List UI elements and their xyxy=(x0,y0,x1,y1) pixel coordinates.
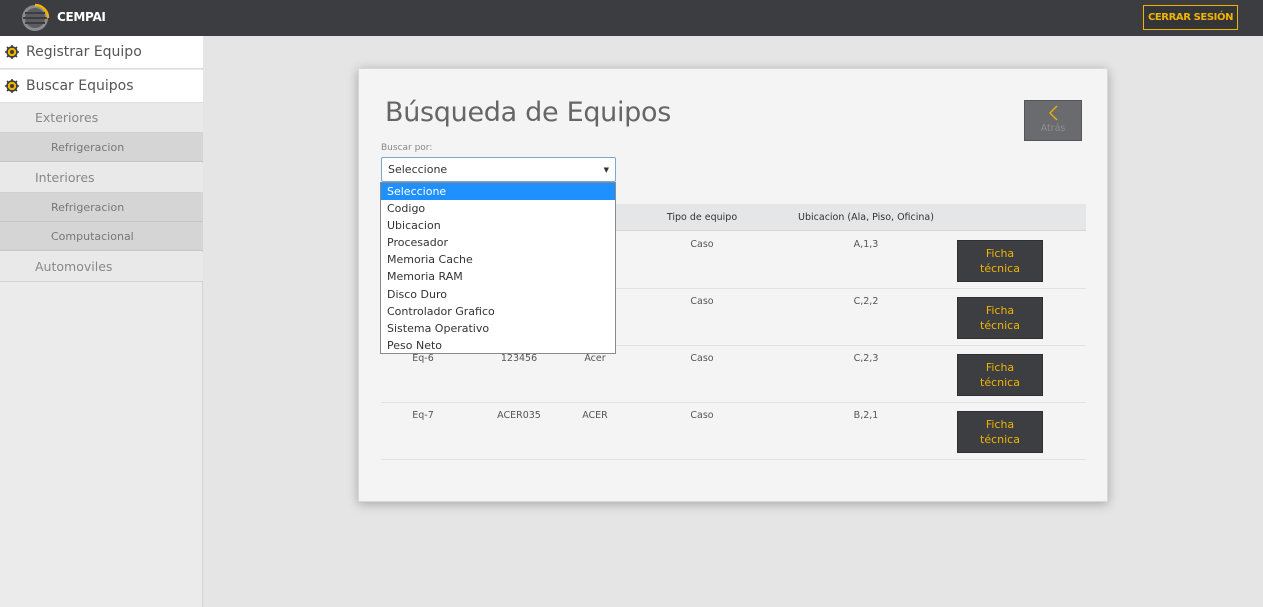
top-bar: CEMPAI CERRAR SESIÓN xyxy=(0,0,1263,36)
search-by-label: Buscar por: xyxy=(381,143,433,153)
gear-icon xyxy=(5,45,19,59)
cell-serial: ACER035 xyxy=(497,410,541,421)
ficha-label-line1: Ficha xyxy=(985,418,1015,431)
ficha-tecnica-button[interactable]: Ficha técnica xyxy=(957,297,1043,339)
sidebar-item-label: Registrar Equipo xyxy=(26,44,142,60)
dropdown-option-seleccione[interactable]: Seleccione xyxy=(381,183,615,201)
ficha-tecnica-button[interactable]: Ficha técnica xyxy=(957,354,1043,396)
cell-brand: Acer xyxy=(584,353,606,364)
page-title: Búsqueda de Equipos xyxy=(385,97,672,128)
sidebar-item-label: Computacional xyxy=(51,230,134,243)
sidebar-item-interiores-refrigeracion[interactable]: Refrigeracion xyxy=(0,193,203,222)
cell-code: Eq-6 xyxy=(412,353,434,364)
search-by-dropdown-list: Seleccione Codigo Ubicacion Procesador M… xyxy=(380,182,616,354)
ficha-tecnica-button[interactable]: Ficha técnica xyxy=(957,411,1043,453)
sidebar-item-label: Automoviles xyxy=(35,259,113,274)
back-button[interactable]: Atrás xyxy=(1024,100,1082,141)
sidebar-item-automoviles[interactable]: Automoviles xyxy=(0,252,203,282)
ficha-label-line1: Ficha xyxy=(985,361,1015,374)
sidebar-item-buscar-equipos[interactable]: Buscar Equipos xyxy=(0,70,203,103)
dropdown-option-memoria-cache[interactable]: Memoria Cache xyxy=(381,251,615,268)
select-value: Seleccione xyxy=(388,163,448,176)
sidebar-item-interiores[interactable]: Interiores xyxy=(0,163,203,193)
sidebar-item-label: Exteriores xyxy=(35,110,99,125)
dropdown-option-ubicacion[interactable]: Ubicacion xyxy=(381,217,615,234)
ficha-label-line2: técnica xyxy=(980,376,1020,389)
dropdown-option-codigo[interactable]: Codigo xyxy=(381,200,615,217)
back-button-label: Atrás xyxy=(1040,123,1066,134)
cell-ubicacion: C,2,3 xyxy=(853,353,879,364)
sidebar-item-exteriores[interactable]: Exteriores xyxy=(0,103,203,133)
sidebar-item-label: Interiores xyxy=(35,170,95,185)
dropdown-option-peso-neto[interactable]: Peso Neto xyxy=(381,337,615,354)
cell-tipo: Caso xyxy=(690,239,714,250)
column-header-ubicacion: Ubicacion (Ala, Piso, Oficina) xyxy=(798,212,934,223)
sidebar-item-label: Refrigeracion xyxy=(51,201,125,214)
gear-icon xyxy=(5,79,19,93)
cell-tipo: Caso xyxy=(690,296,714,307)
dropdown-arrow-icon: ▼ xyxy=(603,166,609,174)
ficha-label-line1: Ficha xyxy=(985,304,1015,317)
column-header-tipo: Tipo de equipo xyxy=(666,212,738,223)
brand-name: CEMPAI xyxy=(57,10,106,24)
dropdown-option-memoria-ram[interactable]: Memoria RAM xyxy=(381,268,615,285)
dropdown-option-controlador-grafico[interactable]: Controlador Grafico xyxy=(381,303,615,320)
dropdown-option-sistema-operativo[interactable]: Sistema Operativo xyxy=(381,320,615,337)
cell-ubicacion: A,1,3 xyxy=(853,239,879,250)
sidebar-item-label: Buscar Equipos xyxy=(26,78,134,94)
ficha-label-line1: Ficha xyxy=(985,247,1015,260)
chevron-left-icon xyxy=(1049,105,1058,121)
sidebar-item-computacional[interactable]: Computacional xyxy=(0,222,203,251)
cell-ubicacion: B,2,1 xyxy=(853,410,879,421)
sidebar: Registrar Equipo Buscar Equipos Exterior… xyxy=(0,36,203,607)
cell-brand: ACER xyxy=(582,410,608,421)
ficha-label-line2: técnica xyxy=(980,262,1020,275)
sidebar-item-label: Refrigeracion xyxy=(51,141,125,154)
cell-serial: 123456 xyxy=(500,353,538,364)
table-row: Eq-6 123456 Acer Caso C,2,3 Ficha técnic… xyxy=(381,346,1086,403)
dropdown-option-procesador[interactable]: Procesador xyxy=(381,234,615,251)
ficha-label-line2: técnica xyxy=(980,319,1020,332)
logout-button[interactable]: CERRAR SESIÓN xyxy=(1143,5,1238,30)
cell-code: Eq-7 xyxy=(412,410,434,421)
cell-tipo: Caso xyxy=(690,353,714,364)
search-by-select[interactable]: Seleccione ▼ xyxy=(381,157,616,182)
cell-tipo: Caso xyxy=(690,410,714,421)
sidebar-item-exteriores-refrigeracion[interactable]: Refrigeracion xyxy=(0,133,203,162)
ficha-tecnica-button[interactable]: Ficha técnica xyxy=(957,240,1043,282)
sidebar-item-registrar-equipo[interactable]: Registrar Equipo xyxy=(0,36,203,69)
ficha-label-line2: técnica xyxy=(980,433,1020,446)
cempai-logo-icon xyxy=(22,3,50,31)
dropdown-option-disco-duro[interactable]: Disco Duro xyxy=(381,286,615,303)
table-row: Eq-7 ACER035 ACER Caso B,2,1 Ficha técni… xyxy=(381,403,1086,460)
cell-ubicacion: C,2,2 xyxy=(853,296,879,307)
